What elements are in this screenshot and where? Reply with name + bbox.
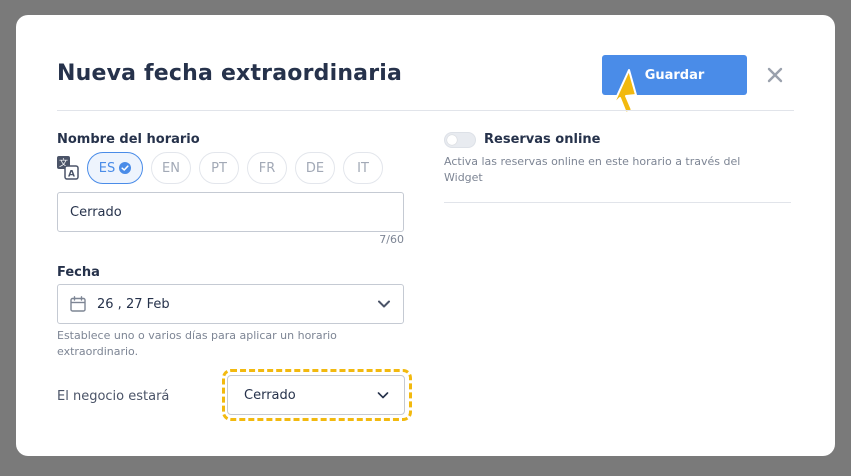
- check-circle-icon: [119, 162, 132, 174]
- language-tab-it[interactable]: IT: [343, 152, 383, 184]
- right-divider: [444, 202, 791, 203]
- language-tab-de[interactable]: DE: [295, 152, 335, 184]
- language-tab-es[interactable]: ES: [87, 152, 143, 184]
- character-counter: 7/60: [379, 233, 404, 246]
- date-help-text: Establece uno o varios días para aplicar…: [57, 329, 337, 358]
- close-icon: [767, 67, 783, 83]
- schedule-name-input[interactable]: Cerrado: [57, 192, 404, 232]
- schedule-name-label: Nombre del horario: [57, 132, 200, 147]
- modal-title: Nueva fecha extraordinaria: [57, 61, 403, 86]
- business-status-value: Cerrado: [244, 387, 296, 403]
- schedule-name-value: Cerrado: [70, 204, 122, 220]
- online-reservations-help-text: Activa las reservas online en este horar…: [444, 155, 741, 184]
- date-value: 26 , 27 Feb: [97, 296, 170, 312]
- translate-icon: 文 A: [57, 156, 79, 180]
- business-status-label: El negocio estará: [57, 389, 170, 404]
- online-reservations-toggle[interactable]: [444, 132, 476, 148]
- date-picker[interactable]: 26 , 27 Feb: [57, 284, 404, 324]
- close-button[interactable]: [763, 63, 787, 87]
- language-tab-pt[interactable]: PT: [199, 152, 239, 184]
- language-tabs: ES EN PT FR DE IT: [87, 152, 383, 184]
- schedule-modal: Nueva fecha extraordinaria Guardar Nombr…: [16, 15, 835, 456]
- svg-text:A: A: [68, 170, 75, 180]
- chevron-down-icon: [377, 392, 389, 399]
- language-tab-fr[interactable]: FR: [247, 152, 287, 184]
- business-status-select[interactable]: Cerrado: [227, 375, 405, 415]
- calendar-icon: [70, 296, 86, 312]
- header-divider: [57, 110, 794, 111]
- chevron-down-icon: [378, 300, 390, 308]
- date-label: Fecha: [57, 265, 100, 280]
- online-reservations-label: Reservas online: [484, 132, 601, 147]
- toggle-knob: [447, 135, 457, 145]
- language-tab-en[interactable]: EN: [151, 152, 191, 184]
